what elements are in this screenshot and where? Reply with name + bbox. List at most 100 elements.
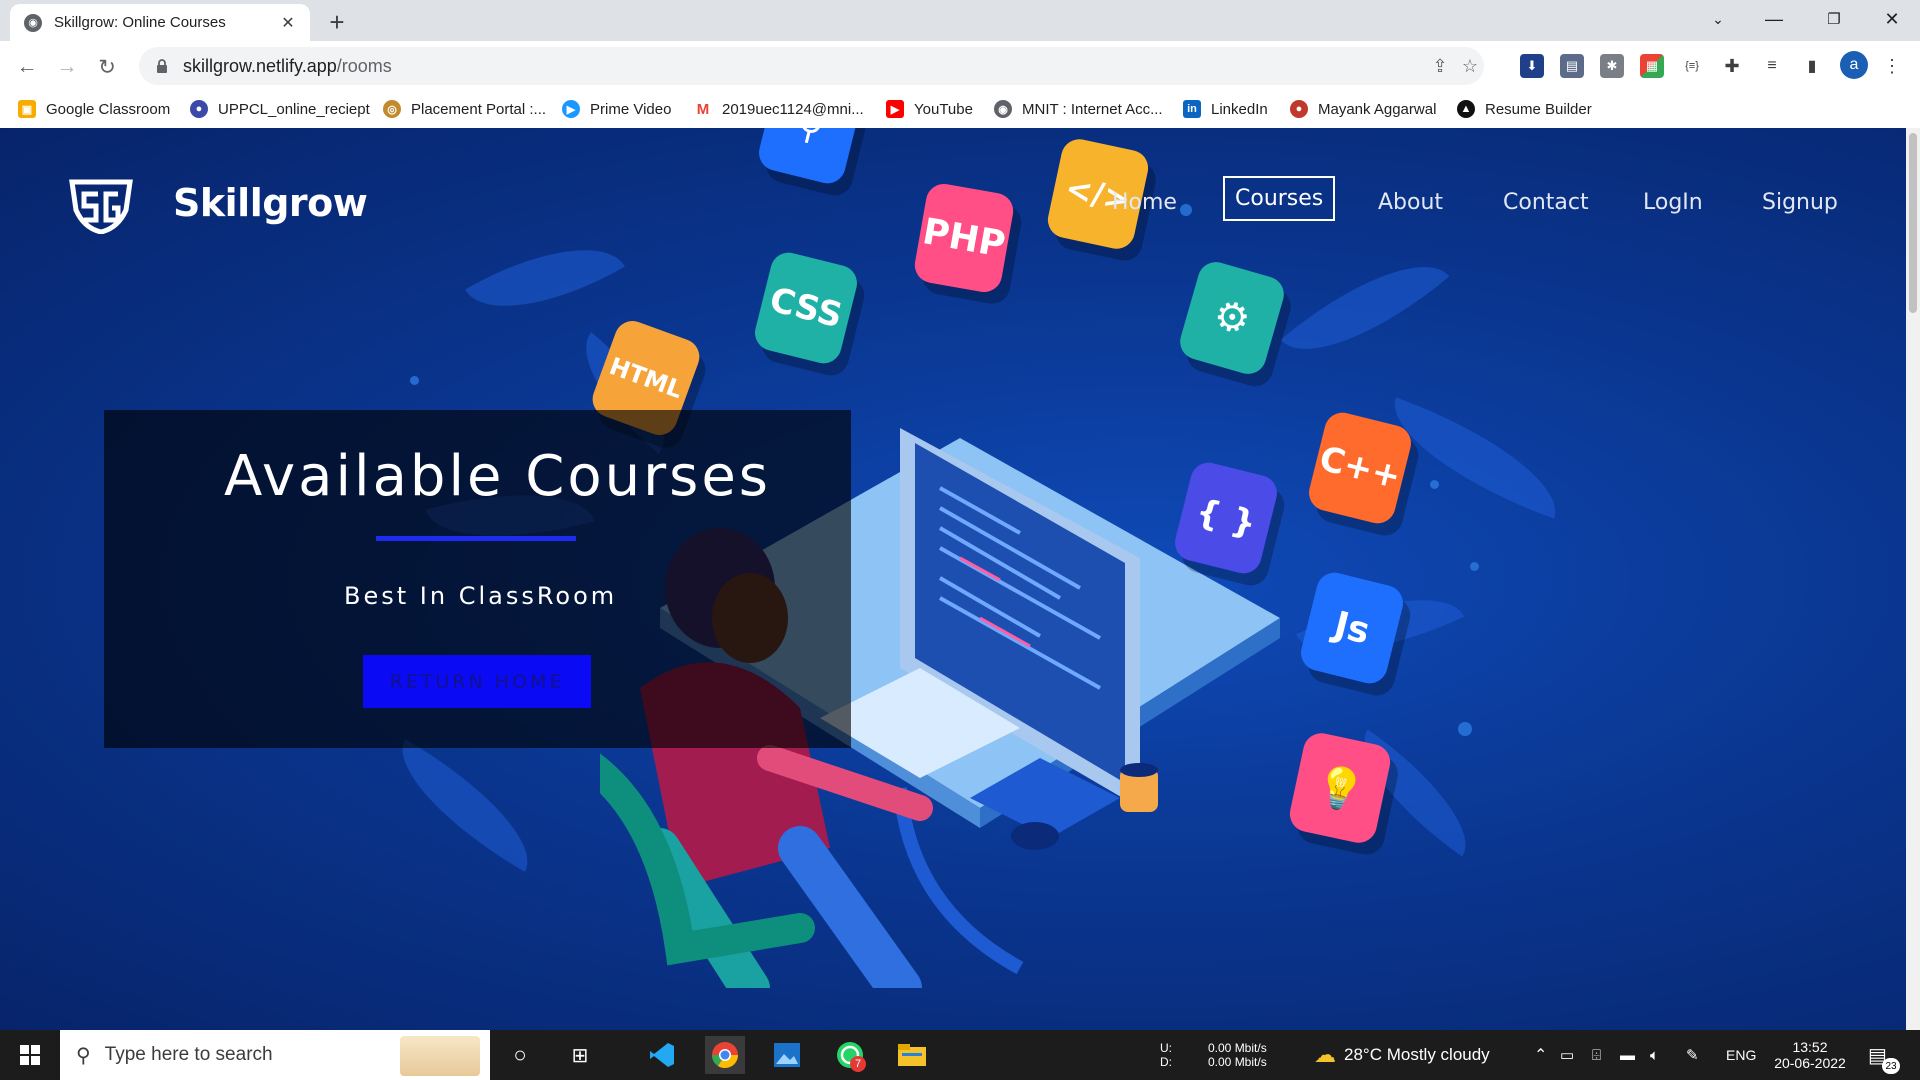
notification-icon[interactable]: ▤ 23: [1868, 1030, 1900, 1080]
taskbar-search-box[interactable]: ⚲ Type here to search: [60, 1030, 490, 1080]
task-view-icon[interactable]: ⊞: [560, 1036, 600, 1074]
network-icon[interactable]: ▭: [1560, 1030, 1574, 1080]
hero-title: Available Courses: [224, 444, 771, 509]
back-button[interactable]: ←: [10, 50, 44, 84]
bookmark-star-icon[interactable]: ☆: [1459, 55, 1481, 77]
language-indicator[interactable]: ENG: [1726, 1030, 1756, 1080]
skillgrow-logo-icon[interactable]: [68, 176, 134, 234]
scrollbar-thumb[interactable]: [1909, 133, 1917, 313]
bookmark-item[interactable]: M 2019uec1124@mni...: [694, 97, 864, 121]
nav-courses[interactable]: Courses: [1223, 176, 1336, 221]
windows-taskbar: ⚲ Type here to search ○ ⊞ 7 U: D: 0.00 Mb…: [0, 1030, 1920, 1080]
volume-icon[interactable]: 🔈︎: [1650, 1030, 1659, 1080]
clock[interactable]: 13:52 20-06-2022: [1770, 1030, 1850, 1080]
title-underline: [376, 536, 576, 541]
browser-toolbar: ← → ↻ skillgrow.netlify.app/rooms ⇪ ☆ ⬇ …: [0, 41, 1920, 91]
browser-tab[interactable]: ◉ Skillgrow: Online Courses ✕: [10, 4, 310, 41]
share-icon[interactable]: ⇪: [1429, 55, 1451, 77]
tray-chevron-icon[interactable]: ⌃: [1534, 1030, 1547, 1080]
whatsapp-badge: 7: [850, 1056, 866, 1072]
uppcl-icon: ●: [190, 100, 208, 118]
nav-contact[interactable]: Contact: [1503, 190, 1589, 215]
json-extension-icon[interactable]: {≡}: [1680, 54, 1704, 78]
taj-mahal-icon: [400, 1036, 480, 1076]
meet-icon[interactable]: ⌹: [1592, 1030, 1601, 1080]
battery-icon[interactable]: ▬: [1620, 1030, 1635, 1080]
dot-decoration: [1430, 480, 1439, 489]
nav-signup[interactable]: Signup: [1762, 190, 1838, 215]
close-window-button[interactable]: ✕: [1864, 0, 1920, 38]
bookmark-item[interactable]: ◉ MNIT : Internet Acc...: [994, 97, 1163, 121]
extensions-puzzle-icon[interactable]: ✚: [1720, 54, 1744, 78]
grid-extension-icon[interactable]: ▦: [1640, 54, 1664, 78]
dot-decoration: [410, 376, 419, 385]
card-extension-icon[interactable]: ▤: [1560, 54, 1584, 78]
restore-button[interactable]: ❐: [1806, 0, 1862, 38]
search-placeholder: Type here to search: [104, 1044, 273, 1065]
notification-count: 23: [1882, 1058, 1900, 1074]
php-cube-icon: PHP: [911, 181, 1017, 295]
pen-icon[interactable]: ✎: [1686, 1030, 1699, 1080]
new-tab-button[interactable]: +: [322, 7, 352, 37]
bookmark-item[interactable]: ◎ Placement Portal :...: [383, 97, 546, 121]
search-cube-icon: ⚲: [755, 128, 865, 188]
globe-icon: ◉: [994, 100, 1012, 118]
menu-kebab-icon[interactable]: ⋮: [1880, 54, 1904, 78]
windows-start-icon[interactable]: [10, 1036, 50, 1074]
tab-search-icon[interactable]: ⌄: [1690, 0, 1746, 38]
cortana-icon[interactable]: ○: [500, 1036, 540, 1074]
js-cube-icon: Js: [1297, 568, 1407, 688]
youtube-icon: ▶: [886, 100, 904, 118]
search-icon: ⚲: [76, 1044, 91, 1067]
chrome-icon[interactable]: [705, 1036, 745, 1074]
bookmark-item[interactable]: ▶ YouTube: [886, 97, 973, 121]
prime-video-icon: ▶: [562, 100, 580, 118]
photos-icon[interactable]: [767, 1036, 807, 1074]
dot-decoration: [1458, 722, 1472, 736]
tab-title: Skillgrow: Online Courses: [54, 14, 226, 31]
reload-button[interactable]: ↻: [90, 50, 124, 84]
vscode-icon[interactable]: [642, 1036, 682, 1074]
bookmark-item[interactable]: ▣ Google Classroom: [18, 97, 170, 121]
address-bar[interactable]: skillgrow.netlify.app/rooms ⇪ ☆: [139, 47, 1484, 85]
weather-widget[interactable]: ☁ 28°C Mostly cloudy: [1314, 1030, 1490, 1080]
leaf-decoration: [377, 739, 553, 872]
nav-login[interactable]: LogIn: [1643, 190, 1703, 215]
weather-cloud-icon: ☁: [1314, 1042, 1336, 1067]
whatsapp-icon[interactable]: 7: [830, 1036, 870, 1074]
net-speed-labels: U: D:: [1160, 1041, 1172, 1069]
close-tab-icon[interactable]: ✕: [276, 11, 300, 35]
forward-button[interactable]: →: [50, 50, 84, 84]
tab-strip: ◉ Skillgrow: Online Courses ✕ + ⌄ — ❐ ✕: [0, 0, 1920, 41]
bookmark-item[interactable]: in LinkedIn: [1183, 97, 1268, 121]
profile-icon: ●: [1290, 100, 1308, 118]
cpp-cube-icon: C++: [1305, 408, 1415, 528]
leaf-decoration: [1280, 230, 1450, 386]
nav-about[interactable]: About: [1378, 190, 1443, 215]
globe-icon: ◉: [24, 13, 42, 32]
minimize-button[interactable]: —: [1746, 0, 1802, 38]
net-speed-values: 0.00 Mbit/s 0.00 Mbit/s: [1208, 1041, 1267, 1069]
bookmark-item[interactable]: ▶ Prime Video: [562, 97, 671, 121]
profile-avatar[interactable]: a: [1840, 51, 1868, 79]
url-text[interactable]: skillgrow.netlify.app/rooms: [183, 56, 392, 77]
bug-extension-icon[interactable]: ✱: [1600, 54, 1624, 78]
lock-icon[interactable]: [151, 55, 173, 77]
brand-name[interactable]: Skillgrow: [173, 181, 368, 225]
reading-list-icon[interactable]: ≡: [1760, 54, 1784, 78]
file-explorer-icon[interactable]: [892, 1036, 932, 1074]
classroom-icon: ▣: [18, 100, 36, 118]
bulb-cube-icon: 💡: [1286, 729, 1394, 847]
bookmarks-bar: ▣ Google Classroom ● UPPCL_online_reciept …: [0, 91, 1920, 129]
gmail-icon: M: [694, 100, 712, 118]
download-extension-icon[interactable]: ⬇: [1520, 54, 1544, 78]
nav-home[interactable]: Home: [1112, 190, 1177, 215]
hero-subtitle: Best In ClassRoom: [344, 582, 618, 610]
bookmark-item[interactable]: ● Mayank Aggarwal: [1290, 97, 1436, 121]
bookmark-item[interactable]: ● UPPCL_online_reciept: [190, 97, 370, 121]
return-home-button[interactable]: RETURN HOME: [363, 655, 591, 708]
dot-decoration: [1180, 204, 1192, 216]
side-panel-icon[interactable]: ▮: [1800, 54, 1824, 78]
linkedin-icon: in: [1183, 100, 1201, 118]
bookmark-item[interactable]: ▲ Resume Builder: [1457, 97, 1592, 121]
